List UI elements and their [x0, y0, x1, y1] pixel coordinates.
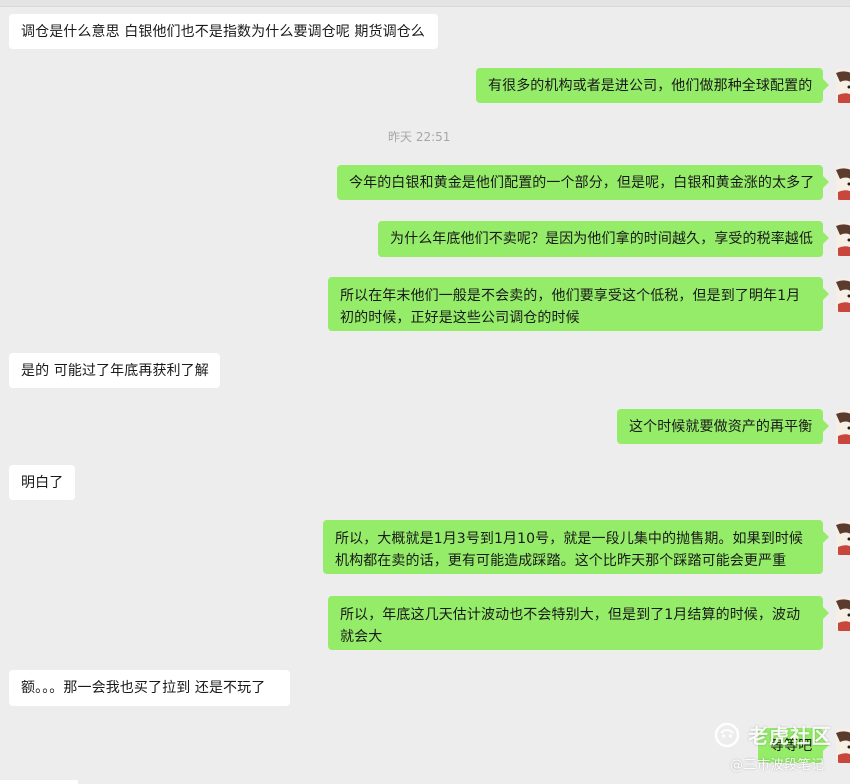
bubble-tail	[823, 420, 829, 432]
message-text: 所以，大概就是1月3号到1月10号，就是一段儿集中的抛售期。如果到时候机构都在卖…	[335, 531, 804, 569]
message-text: 所以，年底这几天估计波动也不会特别大，但是到了1月结算的时候，波动就会大	[340, 607, 801, 645]
bubble-tail	[823, 607, 829, 619]
message-bubble-outgoing[interactable]: 为什么年底他们不卖呢？是因为他们拿的时间越久，享受的税率越低	[378, 221, 823, 257]
message-bubble-outgoing[interactable]: 所以，年底这几天估计波动也不会特别大，但是到了1月结算的时候，波动就会大	[328, 596, 823, 650]
watermark-account: @三市波段笔记	[730, 758, 825, 773]
user-avatar[interactable]	[836, 521, 850, 555]
user-avatar[interactable]	[836, 597, 850, 631]
bubble-tail	[823, 79, 829, 91]
message-text: 有很多的机构或者是进公司，他们做那种全球配置的	[488, 77, 813, 94]
message-text: 是的 可能过了年底再获利了解	[21, 362, 209, 379]
user-avatar[interactable]	[836, 729, 850, 763]
tiger-logo-icon	[714, 722, 740, 748]
chat-timestamp: 昨天 22:51	[388, 130, 451, 144]
message-text: 明白了	[21, 474, 64, 491]
message-bubble-outgoing[interactable]: 这个时候就要做资产的再平衡	[617, 409, 823, 444]
bubble-tail	[823, 288, 829, 300]
bubble-tail	[823, 176, 829, 188]
user-avatar[interactable]	[836, 222, 850, 256]
user-avatar[interactable]	[836, 166, 850, 200]
message-bubble-incoming[interactable]: 调仓是什么意思 白银他们也不是指数为什么要调仓呢 期货调仓么	[9, 14, 438, 49]
window-top-edge	[0, 0, 850, 7]
message-bubble-incoming[interactable]: 额。。。那一会我也买了拉到 还是不玩了	[9, 670, 290, 706]
message-bubble-outgoing[interactable]: 有很多的机构或者是进公司，他们做那种全球配置的	[476, 68, 823, 103]
message-text: 今年的白银和黄金是他们配置的一个部分，但是呢，白银和黄金涨的太多了	[349, 174, 815, 191]
user-avatar[interactable]	[836, 69, 850, 103]
message-bubble-outgoing[interactable]: 所以，大概就是1月3号到1月10号，就是一段儿集中的抛售期。如果到时候机构都在卖…	[323, 520, 823, 574]
message-text: 为什么年底他们不卖呢？是因为他们拿的时间越久，享受的税率越低	[390, 231, 813, 247]
message-bubble-incoming[interactable]: 是的 可能过了年底再获利了解	[9, 353, 220, 388]
message-bubble-incoming[interactable]: 明白了	[9, 465, 75, 500]
bubble-tail	[823, 531, 829, 543]
partial-incoming-bubble	[0, 780, 78, 784]
message-text: 所以在年末他们一般是不会卖的，他们要享受这个低税，但是到了明年1月初的时候，正好…	[340, 288, 801, 326]
message-text: 调仓是什么意思 白银他们也不是指数为什么要调仓呢 期货调仓么	[21, 23, 425, 40]
message-text: 额。。。那一会我也买了拉到 还是不玩了	[21, 680, 266, 696]
message-text: 这个时候就要做资产的再平衡	[629, 418, 813, 435]
message-bubble-outgoing[interactable]: 今年的白银和黄金是他们配置的一个部分，但是呢，白银和黄金涨的太多了	[337, 165, 823, 200]
user-avatar[interactable]	[836, 410, 850, 444]
user-avatar[interactable]	[836, 278, 850, 312]
watermark-brand: 老虎社区	[748, 724, 832, 748]
message-bubble-outgoing[interactable]: 所以在年末他们一般是不会卖的，他们要享受这个低税，但是到了明年1月初的时候，正好…	[328, 277, 823, 331]
bubble-tail	[823, 232, 829, 244]
